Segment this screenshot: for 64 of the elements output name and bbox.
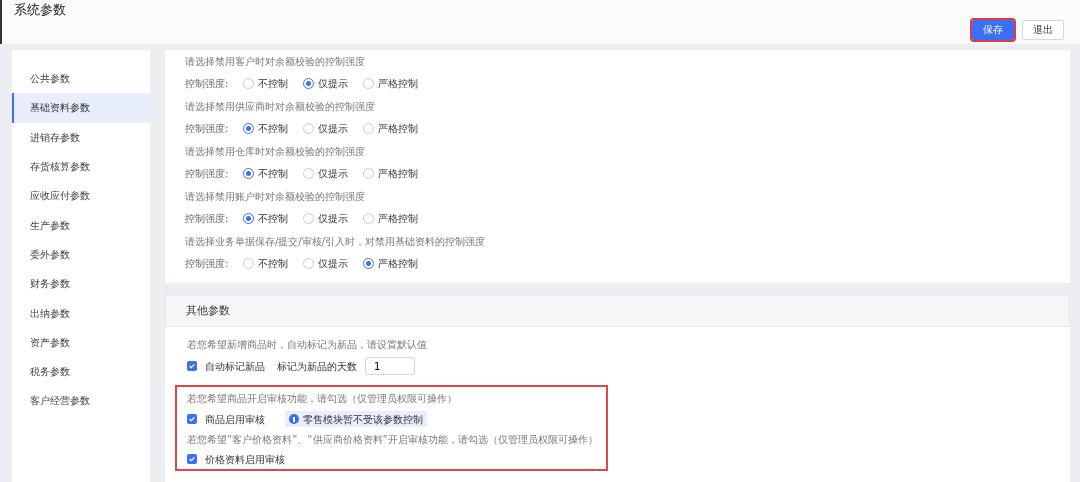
radio-label: 不控制	[258, 167, 288, 181]
radio-button[interactable]	[363, 123, 374, 134]
sidebar-item[interactable]: 财务参数	[12, 269, 150, 299]
radio-group-label: 控制强度:	[185, 122, 230, 136]
setting-description: 请选择禁用客户时对余额校验的控制强度	[185, 54, 366, 69]
radio-button[interactable]	[303, 168, 314, 179]
radio-button[interactable]	[303, 213, 314, 224]
radio-button[interactable]	[363, 78, 374, 89]
radio-button[interactable]	[243, 258, 254, 269]
sidebar-item[interactable]: 应收应付参数	[12, 181, 150, 211]
sidebar-item[interactable]: 税务参数	[12, 356, 150, 387]
radio-label: 仅提示	[318, 122, 348, 136]
radio-button[interactable]	[243, 78, 254, 89]
window-title: 系统参数	[14, 1, 67, 19]
sidebar-item[interactable]: 生产参数	[12, 210, 150, 240]
radio-label: 不控制	[258, 77, 288, 91]
exit-button[interactable]: 退出	[1022, 19, 1064, 40]
sidebar-item[interactable]: 资产参数	[12, 327, 150, 357]
setting-description: 请选择禁用供应商时对余额校验的控制强度	[185, 99, 376, 114]
radio-label: 不控制	[258, 122, 288, 136]
checkbox[interactable]	[187, 361, 197, 371]
checkbox[interactable]	[187, 454, 197, 464]
setting-description: 请选择禁用账户时对余额校验的控制强度	[185, 189, 366, 204]
checkbox[interactable]	[187, 414, 197, 424]
checkbox-label: 自动标记新品	[205, 359, 265, 374]
radio-button[interactable]	[303, 258, 314, 269]
section-title: 其他参数	[165, 295, 1070, 327]
sidebar-item[interactable]: 客户经营参数	[12, 386, 150, 416]
radio-label: 严格控制	[378, 167, 418, 181]
sidebar-item[interactable]: 出纳参数	[12, 298, 150, 328]
radio-group-label: 控制强度:	[185, 257, 230, 271]
sidebar-item[interactable]: 公共参数	[12, 64, 150, 94]
checkbox-label: 商品启用审核	[205, 412, 265, 427]
radio-group-label: 控制强度:	[185, 212, 230, 226]
radio-label: 不控制	[258, 257, 288, 271]
sidebar-item[interactable]: 存货核算参数	[12, 151, 150, 182]
radio-button[interactable]	[363, 168, 374, 179]
setting-description: 请选择业务单据保存/提交/审核/引入时，对禁用基础资料的控制强度	[185, 234, 487, 249]
radio-group-label: 控制强度:	[185, 167, 230, 181]
radio-label: 严格控制	[378, 77, 418, 91]
save-button[interactable]: 保存	[972, 19, 1014, 40]
setting-description: 请选择禁用仓库时对余额校验的控制强度	[185, 144, 366, 159]
sidebar-item[interactable]: 基础资料参数	[12, 93, 150, 123]
note-text: 零售模块暂不受该参数控制	[303, 412, 423, 427]
radio-label: 仅提示	[318, 212, 348, 226]
radio-label: 严格控制	[378, 257, 418, 271]
radio-group-label: 控制强度:	[185, 77, 230, 91]
input-field[interactable]: 1	[365, 357, 415, 375]
radio-label: 仅提示	[318, 167, 348, 181]
setting-description: 若您希望商品开启审核功能，请勾选（仅管理员权限可操作）	[187, 391, 458, 406]
radio-label: 不控制	[258, 212, 288, 226]
radio-label: 严格控制	[378, 212, 418, 226]
radio-label: 仅提示	[318, 77, 348, 91]
sidebar-item[interactable]: 委外参数	[12, 239, 150, 270]
radio-label: 严格控制	[378, 122, 418, 136]
setting-description: 若您希望“客户价格资料”、“供应商价格资料”开启审核功能，请勾选（仅管理员权限可操作）	[187, 432, 598, 447]
radio-label: 仅提示	[318, 257, 348, 271]
setting-description: 若您希望新增商品时，自动标记为新品，请设置默认值	[187, 337, 428, 352]
info-icon	[289, 414, 299, 424]
radio-button[interactable]	[303, 123, 314, 134]
sidebar-item[interactable]: 进销存参数	[12, 122, 150, 152]
radio-button[interactable]	[363, 213, 374, 224]
field-label: 标记为新品的天数	[277, 359, 357, 374]
checkbox-label: 价格资料启用审核	[205, 452, 285, 467]
